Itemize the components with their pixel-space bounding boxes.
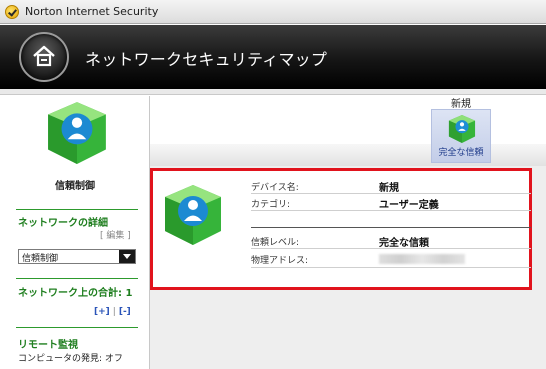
add-device-link[interactable]: [+] bbox=[94, 307, 110, 317]
trust-control-dropdown[interactable]: 信頼制御 bbox=[18, 249, 136, 264]
device-name-value: 新規 bbox=[379, 183, 399, 194]
category-value: ユーザー定義 bbox=[379, 200, 439, 211]
home-button[interactable] bbox=[19, 32, 69, 82]
device-name-label: デバイス名: bbox=[251, 183, 299, 193]
home-icon bbox=[33, 45, 55, 67]
section-divider bbox=[251, 227, 531, 228]
mac-address-label: 物理アドレス: bbox=[251, 256, 309, 266]
divider bbox=[251, 267, 531, 268]
separator: | bbox=[112, 307, 116, 317]
network-total-heading: ネットワーク上の合計: 1 bbox=[18, 288, 133, 299]
page-title: ネットワークセキュリティマップ bbox=[85, 50, 328, 69]
remote-monitor-heading: リモート監視 bbox=[18, 340, 78, 351]
remove-device-link[interactable]: [-] bbox=[119, 307, 131, 317]
device-tab-heading: 新規 bbox=[451, 99, 471, 110]
trust-level-value: 完全な信頼 bbox=[379, 238, 429, 249]
category-label: カテゴリ: bbox=[251, 200, 291, 210]
app-header: ネットワークセキュリティマップ bbox=[0, 25, 546, 89]
window-title: Norton Internet Security bbox=[25, 5, 159, 18]
divider bbox=[16, 327, 138, 328]
divider bbox=[251, 193, 531, 194]
computer-discovery-status: コンピュータの発見: オフ bbox=[18, 354, 123, 364]
sidebar: 信頼制御 ネットワークの詳細 [ 編集 ] 信頼制御 ネットワーク上の合計: 1… bbox=[0, 96, 150, 369]
divider bbox=[251, 248, 531, 249]
edit-link[interactable]: [ 編集 ] bbox=[100, 228, 131, 241]
mac-address-value-redacted bbox=[379, 254, 465, 264]
title-bar: Norton Internet Security bbox=[0, 0, 546, 24]
add-remove-controls: [+] | [-] bbox=[94, 307, 131, 317]
norton-check-icon bbox=[5, 5, 19, 19]
device-tab-label: 完全な信頼 bbox=[438, 148, 484, 158]
trust-control-caption: 信頼制御 bbox=[55, 181, 95, 192]
dropdown-value: 信頼制御 bbox=[22, 254, 59, 264]
divider bbox=[251, 210, 531, 211]
trusted-device-icon bbox=[448, 115, 476, 143]
divider bbox=[16, 209, 138, 210]
trust-level-label: 信頼レベル: bbox=[251, 238, 300, 248]
divider bbox=[16, 278, 138, 279]
device-tab-box[interactable]: 完全な信頼 bbox=[431, 109, 491, 163]
device-tab-new[interactable]: 新規 完全な信頼 bbox=[425, 95, 497, 163]
trusted-device-icon bbox=[48, 102, 106, 164]
trusted-device-icon bbox=[165, 185, 221, 245]
chevron-down-icon[interactable] bbox=[119, 250, 135, 263]
network-details-heading: ネットワークの詳細 bbox=[18, 218, 108, 229]
device-details-panel: デバイス名: 新規 カテゴリ: ユーザー定義 信頼レベル: 完全な信頼 物理アド… bbox=[150, 168, 532, 290]
